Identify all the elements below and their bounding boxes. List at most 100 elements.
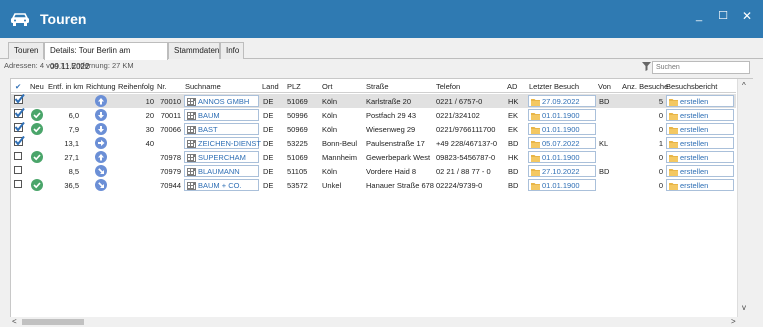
suchname-field[interactable]: ANNOS GMBH (184, 95, 259, 107)
col-check[interactable]: ✔ (15, 82, 21, 91)
col-ort[interactable]: Ort (322, 82, 332, 91)
col-suchname[interactable]: Suchname (185, 82, 221, 91)
checkbox-checked-icon[interactable] (14, 121, 25, 135)
address-table: ✔ Neu Entf. in km Richtung Reihenfolg Nr… (10, 78, 753, 318)
tab-info[interactable]: Info (220, 42, 244, 59)
suchname-field[interactable]: SUPERCHAM (184, 151, 259, 163)
scroll-up-arrow[interactable]: ^ (742, 81, 746, 90)
col-nr[interactable]: Nr. (157, 82, 167, 91)
table-row[interactable]: 27,1 70978 SUPERCHAM DE 51069 Mannheim Gewerbe… (11, 150, 736, 164)
plz-value: 51069 (287, 153, 308, 162)
table-row[interactable]: 36,5 70944 BAUM + CO. DE 53572 Unkel Hanauer S… (11, 178, 736, 192)
suchname-field[interactable]: BAUM (184, 109, 259, 121)
horizontal-scroll-thumb[interactable] (22, 319, 84, 325)
direction-up-icon (95, 151, 107, 163)
tab-details[interactable]: Details: Tour Berlin am 09.11.2022 (44, 42, 168, 71)
tab-touren[interactable]: Touren (8, 42, 44, 59)
last-visit-field[interactable]: 01.01.1900 (528, 151, 596, 163)
ort-value: Köln (322, 111, 338, 120)
number-value: 70978 (160, 153, 181, 162)
col-von[interactable]: Von (598, 82, 611, 91)
col-neu[interactable]: Neu (30, 82, 44, 91)
col-strasse[interactable]: Straße (366, 82, 389, 91)
folder-icon (669, 126, 678, 136)
checkbox[interactable] (14, 152, 22, 160)
direction-downright-icon (95, 179, 107, 191)
folder-icon (669, 154, 678, 164)
scroll-left-arrow[interactable]: < (12, 317, 17, 326)
col-richtung[interactable]: Richtung (86, 82, 116, 91)
last-visit-field[interactable]: 27.09.2022 (528, 95, 596, 107)
col-telefon[interactable]: Telefon (436, 82, 460, 91)
checkbox-checked-icon[interactable] (14, 107, 25, 121)
last-visit-field[interactable]: 27.10.2022 (528, 165, 596, 177)
last-visit-field[interactable]: 01.01.1900 (528, 123, 596, 135)
ort-value: Bonn-Beul (322, 139, 358, 148)
col-reihenfolge[interactable]: Reihenfolg (118, 82, 154, 91)
suchname-field[interactable]: BAST (184, 123, 259, 135)
last-visit-field[interactable]: 01.01.1900 (528, 179, 596, 191)
plz-value: 50969 (287, 125, 308, 134)
col-ad[interactable]: AD (507, 82, 517, 91)
tab-stammdaten[interactable]: Stammdaten (168, 42, 220, 59)
col-letzter-besuch[interactable]: Letzter Besuch (529, 82, 579, 91)
col-besuchsbericht[interactable]: Besuchsbericht (666, 82, 717, 91)
create-report-button[interactable]: erstellen (666, 165, 734, 177)
scroll-right-arrow[interactable]: > (731, 317, 736, 326)
last-visit-field[interactable]: 05.07.2022 (528, 137, 596, 149)
ort-value: Köln (322, 125, 338, 134)
checkbox-checked-icon[interactable] (14, 135, 25, 149)
col-entf[interactable]: Entf. in km (48, 82, 83, 91)
create-report-button[interactable]: erstellen (666, 179, 734, 191)
checkbox[interactable] (14, 166, 22, 174)
last-visit-field[interactable]: 01.01.1900 (528, 109, 596, 121)
folder-icon (531, 182, 540, 192)
close-button[interactable]: ✕ (738, 8, 756, 24)
title-bar: Touren _ ☐ ✕ (0, 0, 763, 38)
filter-icon[interactable] (642, 62, 651, 73)
visit-count-value: 0 (658, 153, 663, 162)
create-report-button[interactable]: erstellen (666, 109, 734, 121)
search-input[interactable] (652, 61, 750, 74)
suchname-field[interactable]: ZEICHEN-DIENST (184, 137, 261, 149)
distance-value: 13,1 (64, 139, 79, 148)
scroll-down-arrow[interactable]: v (742, 303, 746, 312)
visit-count-value: 1 (658, 139, 663, 148)
create-report-button[interactable]: erstellen (666, 95, 734, 107)
table-row[interactable]: 6,0 20 70011 BAUM DE 50996 Köln Postfach 29 43 0… (11, 107, 736, 122)
table-row[interactable]: 10 70010 ANNOS GMBH DE 51069 Köln Karlstraße 2… (11, 93, 736, 108)
maximize-button[interactable]: ☐ (714, 8, 732, 24)
suchname-field[interactable]: BAUM + CO. (184, 179, 259, 191)
land-value: DE (263, 139, 274, 148)
table-row[interactable]: 7,9 30 70066 BAST DE 50969 Köln Wiesenweg 29 022… (11, 121, 736, 136)
distance-value: 7,9 (68, 125, 79, 134)
telefon-value: 02224/9739-0 (436, 181, 483, 190)
suchname-field[interactable]: BLAUMANN (184, 165, 259, 177)
order-value: 10 (145, 97, 154, 106)
check-circle-icon (31, 109, 43, 121)
horizontal-scrollbar[interactable]: < > (10, 317, 753, 327)
land-value: DE (263, 153, 274, 162)
table-header: ✔ Neu Entf. in km Richtung Reihenfolg Nr… (11, 79, 736, 93)
vertical-scrollbar[interactable]: ^ v (737, 79, 753, 317)
checkbox-checked-icon[interactable] (14, 93, 25, 107)
col-anz-besuche[interactable]: Anz. Besuche (622, 82, 668, 91)
number-value: 70011 (160, 111, 181, 120)
ort-value: Mannheim (322, 153, 358, 162)
visit-count-value: 0 (658, 111, 663, 120)
von-value: BD (599, 97, 610, 106)
table-row[interactable]: 13,1 40 ZEICHEN-DIENST DE 53225 Bonn-Beul Paul… (11, 135, 736, 150)
col-plz[interactable]: PLZ (287, 82, 301, 91)
strasse-value: Postfach 29 43 (366, 111, 417, 120)
minimize-button[interactable]: _ (690, 8, 708, 24)
col-land[interactable]: Land (262, 82, 279, 91)
table-row[interactable]: 8,5 70979 BLAUMANN DE 51105 Köln Vordere Haid … (11, 164, 736, 178)
create-report-button[interactable]: erstellen (666, 151, 734, 163)
telefon-value: +49 228/467137-0 (436, 139, 498, 148)
create-report-button[interactable]: erstellen (666, 137, 734, 149)
folder-icon (531, 140, 540, 150)
create-report-button[interactable]: erstellen (666, 123, 734, 135)
checkbox[interactable] (14, 180, 22, 188)
folder-icon (669, 98, 678, 108)
telefon-value: 02 21 / 88 77 - 0 (436, 167, 491, 176)
